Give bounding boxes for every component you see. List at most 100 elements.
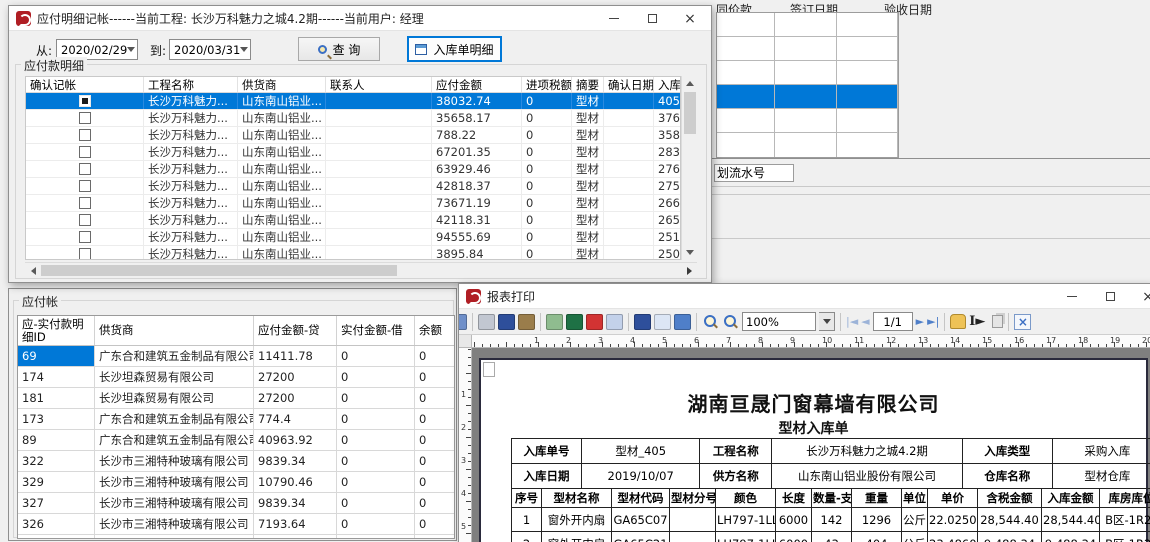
confirm-checkbox[interactable]: [79, 163, 91, 175]
table-row[interactable]: 329长沙市三湘特种玻璃有限公司10790.4600: [18, 472, 454, 493]
table-row[interactable]: 174长沙坦森贸易有限公司2720000: [18, 367, 454, 388]
open-report-icon[interactable]: [654, 314, 671, 330]
page-number-input[interactable]: [873, 312, 913, 331]
first-page-icon[interactable]: |◄: [846, 314, 858, 330]
export-file-icon[interactable]: [546, 314, 563, 330]
zoom-level-input[interactable]: [742, 312, 816, 331]
text-select-tool-icon[interactable]: I►: [969, 314, 985, 329]
confirm-cell[interactable]: [26, 212, 144, 228]
table-row[interactable]: 173广东合和建筑五金制品有限公司774.400: [18, 409, 454, 430]
report-preview-area[interactable]: 湖南亘晟门窗幕墙有限公司 型材入库单 入库单号型材_405工程名称长沙万科魅力之…: [472, 348, 1150, 542]
minimize-button[interactable]: [595, 6, 633, 31]
horizontal-scrollbar[interactable]: [25, 262, 697, 277]
minimize-button[interactable]: [1053, 284, 1091, 309]
column-header[interactable]: 应-实付款明细ID: [18, 316, 95, 345]
column-header[interactable]: 余额: [415, 316, 455, 345]
confirm-checkbox[interactable]: [79, 231, 91, 243]
table-row[interactable]: 326长沙市三湘特种玻璃有限公司7193.6400: [18, 514, 454, 535]
save-icon[interactable]: [634, 314, 651, 330]
title-bar[interactable]: 报表打印 ×: [459, 284, 1150, 309]
column-header[interactable]: 工程名称: [144, 77, 238, 92]
column-header[interactable]: 确认记帐: [26, 77, 144, 92]
confirm-checkbox[interactable]: [79, 95, 91, 107]
page-setup-icon[interactable]: [498, 314, 515, 330]
confirm-checkbox[interactable]: [79, 180, 91, 192]
confirm-cell[interactable]: [26, 229, 144, 245]
confirm-checkbox[interactable]: [79, 214, 91, 226]
table-row[interactable]: [717, 37, 898, 61]
table-row[interactable]: 长沙万科魅力...山东南山铝业...63929.460型材276: [26, 161, 680, 178]
table-row[interactable]: 322长沙市三湘特种玻璃有限公司9839.3400: [18, 451, 454, 472]
column-header[interactable]: 联系人: [326, 77, 432, 92]
confirm-cell[interactable]: [26, 127, 144, 143]
confirm-cell[interactable]: [26, 161, 144, 177]
zoom-in-icon[interactable]: [702, 314, 719, 330]
maximize-button[interactable]: [633, 6, 671, 31]
table-row[interactable]: 327长沙市三湘特种玻璃有限公司9839.3400: [18, 493, 454, 514]
scroll-up-icon[interactable]: [682, 76, 698, 91]
table-row[interactable]: 长沙万科魅力...山东南山铝业...73671.190型材266: [26, 195, 680, 212]
designer-icon[interactable]: [459, 314, 467, 330]
export-data-icon[interactable]: [674, 314, 691, 330]
confirm-cell[interactable]: [26, 178, 144, 194]
table-row[interactable]: 长沙万科魅力...山东南山铝业...67201.350型材283: [26, 144, 680, 161]
last-page-icon[interactable]: ►|: [927, 314, 939, 330]
scrollbar-thumb[interactable]: [41, 265, 397, 276]
table-row[interactable]: 长沙万科魅力...山东南山铝业...94555.690型材251: [26, 229, 680, 246]
confirm-cell[interactable]: [26, 144, 144, 160]
confirm-checkbox[interactable]: [79, 197, 91, 209]
selected-row[interactable]: [717, 85, 898, 109]
next-page-icon[interactable]: ►: [916, 314, 924, 330]
scroll-down-icon[interactable]: [682, 245, 698, 260]
table-row[interactable]: 长沙万科魅力...山东南山铝业...42818.370型材275: [26, 178, 680, 195]
table-row[interactable]: 长沙万科魅力...山东南山铝业...38032.740型材405: [26, 93, 680, 110]
scroll-right-icon[interactable]: [681, 263, 697, 278]
serial-number-field[interactable]: 划流水号: [714, 164, 794, 182]
confirm-cell[interactable]: [26, 195, 144, 211]
scrollbar-thumb[interactable]: [684, 92, 696, 134]
confirm-cell[interactable]: [26, 246, 144, 260]
vertical-scrollbar[interactable]: [681, 76, 697, 260]
zoom-out-icon[interactable]: [722, 314, 739, 330]
copy-icon[interactable]: [992, 315, 1003, 328]
table-row[interactable]: 长沙万科魅力...山东南山铝业...42118.310型材265: [26, 212, 680, 229]
export-pdf-icon[interactable]: [586, 314, 603, 330]
confirm-checkbox[interactable]: [79, 248, 91, 260]
payable-detail-grid[interactable]: 确认记帐工程名称供货商联系人应付金额进项税额摘要确认日期入库长沙万科魅力...山…: [25, 76, 681, 260]
column-header[interactable]: 入库: [654, 77, 681, 92]
print-icon[interactable]: [478, 314, 495, 330]
query-button[interactable]: 查 询: [298, 37, 380, 61]
table-row[interactable]: [717, 13, 898, 37]
inbound-detail-button[interactable]: 入库单明细: [407, 36, 502, 62]
payable-ledger-grid[interactable]: 应-实付款明细ID供货商应付金额-贷实付金额-借余额69广东合和建筑五金制品有限…: [17, 315, 455, 539]
title-bar[interactable]: 应付明细记帐------当前工程: 长沙万科魅力之城4.2期------当前用户…: [9, 6, 711, 31]
column-header[interactable]: 进项税额: [522, 77, 572, 92]
close-button[interactable]: ×: [671, 6, 709, 31]
confirm-cell[interactable]: [26, 93, 144, 109]
to-date-combo[interactable]: 2020/03/31: [169, 39, 251, 60]
confirm-checkbox[interactable]: [79, 112, 91, 124]
hand-tool-icon[interactable]: [950, 314, 966, 329]
close-button[interactable]: ×: [1129, 284, 1150, 309]
column-header[interactable]: 确认日期: [604, 77, 654, 92]
column-header[interactable]: 摘要: [572, 77, 604, 92]
column-header[interactable]: 应付金额: [432, 77, 522, 92]
close-preview-icon[interactable]: ×: [1014, 314, 1031, 330]
column-header[interactable]: 供货商: [238, 77, 326, 92]
column-header[interactable]: 实付金额-借: [337, 316, 415, 345]
confirm-cell[interactable]: [26, 110, 144, 126]
bg-empty-grid[interactable]: [716, 12, 899, 158]
table-row[interactable]: [18, 535, 454, 539]
table-row[interactable]: 长沙万科魅力...山东南山铝业...3895.840型材250: [26, 246, 680, 260]
table-row[interactable]: 69广东合和建筑五金制品有限公司11411.7800: [18, 346, 454, 367]
table-row[interactable]: [717, 133, 898, 157]
zoom-dropdown-button[interactable]: [819, 312, 835, 331]
maximize-button[interactable]: [1091, 284, 1129, 309]
table-row[interactable]: 89广东合和建筑五金制品有限公司40963.9200: [18, 430, 454, 451]
send-mail-icon[interactable]: [606, 314, 623, 330]
table-row[interactable]: 长沙万科魅力...山东南山铝业...788.220型材358: [26, 127, 680, 144]
table-row[interactable]: 181长沙坦森贸易有限公司2720000: [18, 388, 454, 409]
table-row[interactable]: [717, 61, 898, 85]
previous-page-icon[interactable]: ◄: [861, 314, 869, 330]
table-row[interactable]: [717, 109, 898, 133]
